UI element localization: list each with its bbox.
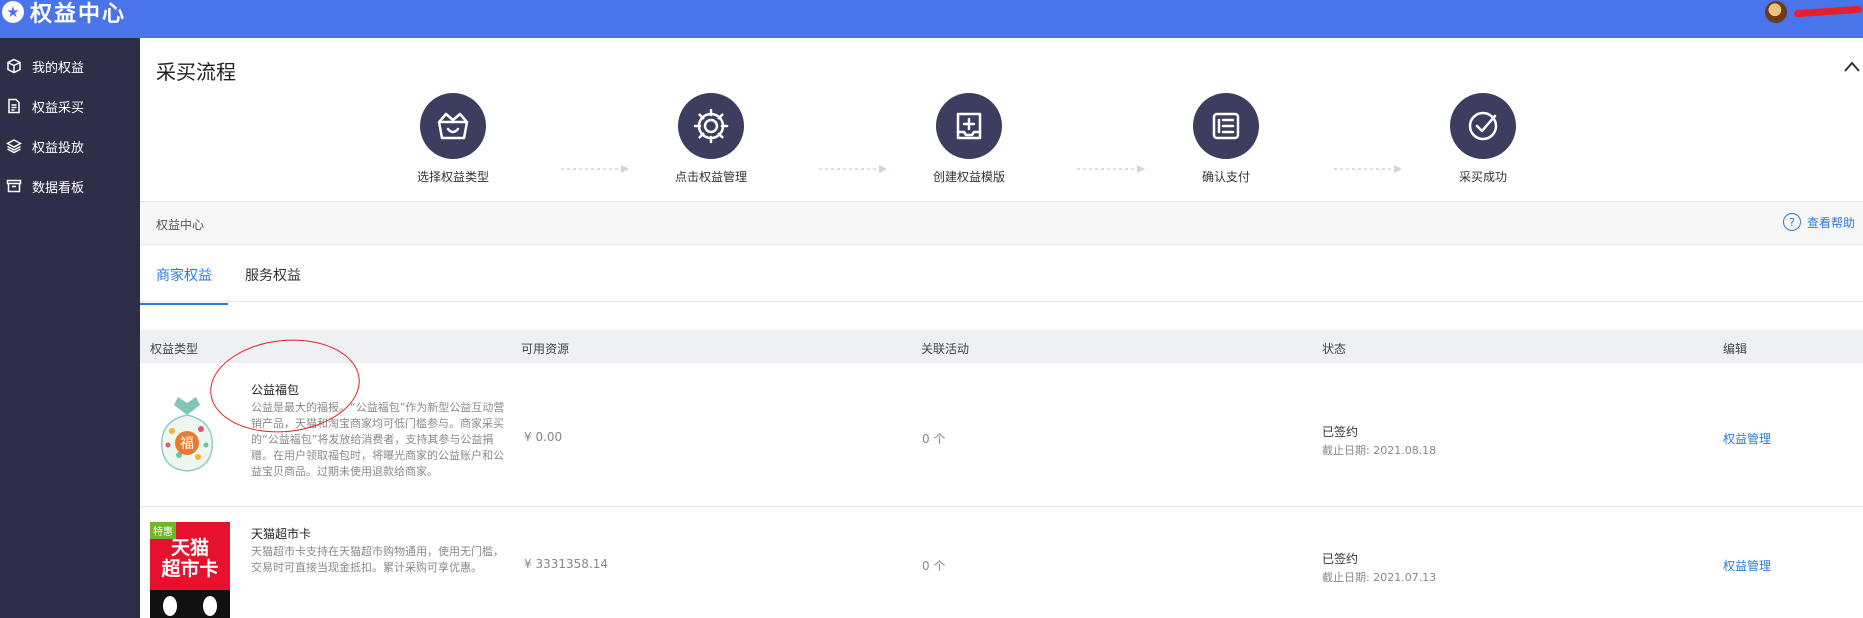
sidebar-item-label: 我的权益 — [32, 60, 85, 76]
check-circle-icon — [1450, 93, 1516, 159]
card-title-line1: 天猫 — [170, 537, 209, 559]
layers-icon — [6, 138, 22, 154]
document-icon — [6, 98, 22, 114]
help-label: 查看帮助 — [1806, 215, 1855, 230]
step-arrow — [1077, 158, 1147, 173]
charity-bag-glyph: 福 — [180, 436, 194, 452]
deadline-text: 截止日期: 2021.08.18 — [1322, 444, 1437, 457]
rights-description: 天猫超市卡支持在天猫超市购物通用，使用无门槛，交易时可直接当现金抵扣。累计采购可… — [251, 545, 504, 574]
charity-bag-thumbnail: 福 — [154, 393, 220, 473]
help-link[interactable]: ? 查看帮助 — [1782, 213, 1855, 231]
tab-bar: 商家权益 服务权益 — [140, 245, 1863, 305]
process-step-create-template: 创建权益模版 — [889, 93, 1049, 185]
column-header: 可用资源 — [521, 342, 570, 356]
redaction-mark — [1793, 5, 1863, 18]
rights-name: 天猫超市卡 — [251, 527, 312, 541]
brand[interactable]: ★ 权益中心 — [2, 0, 126, 27]
process-step-click-manage: 点击权益管理 — [631, 93, 791, 185]
tab-merchant-rights[interactable]: 商家权益 — [140, 265, 228, 305]
status-cell: 已签约 截止日期: 2021.08.18 — [1322, 423, 1436, 458]
column-header: 状态 — [1322, 342, 1347, 356]
step-arrow — [1334, 158, 1404, 173]
process-step-success: 采买成功 — [1403, 93, 1563, 185]
status-cell: 已签约 截止日期: 2021.07.13 — [1322, 550, 1436, 585]
collapse-chevron-up-icon[interactable] — [1843, 58, 1861, 76]
step-label: 采买成功 — [1458, 170, 1507, 184]
column-header: 编辑 — [1723, 342, 1748, 356]
sidebar-item-label: 权益采买 — [32, 100, 85, 116]
star-logo-icon: ★ — [2, 1, 24, 23]
sidebar-item-rights-purchase[interactable]: 权益采买 — [0, 86, 140, 126]
user-avatar[interactable] — [1765, 1, 1787, 23]
main-content: 采买流程 选择权益类型 点击权益管理 创建权益模版 确认支付 采买成功 权益中心… — [140, 38, 1863, 618]
breadcrumb[interactable]: 权益中心 — [156, 216, 204, 233]
process-title: 采买流程 — [156, 60, 236, 84]
step-arrow — [819, 158, 889, 173]
step-label: 点击权益管理 — [674, 170, 747, 184]
basket-icon — [420, 93, 486, 159]
process-step-confirm-payment: 确认支付 — [1146, 93, 1306, 185]
available-resource: ¥ 3331358.14 — [524, 557, 608, 571]
process-step-select-type: 选择权益类型 — [373, 93, 533, 185]
linked-activity: 0 个 — [922, 559, 946, 573]
gear-icon — [678, 93, 744, 159]
step-label: 创建权益模版 — [932, 170, 1005, 184]
rights-manage-link[interactable]: 权益管理 — [1723, 430, 1771, 447]
status-text: 已签约 — [1322, 425, 1359, 439]
tmall-card-thumbnail: 特惠 天猫 超市卡 — [150, 522, 230, 618]
column-header: 关联活动 — [921, 342, 970, 356]
tmall-cat-face-icon — [150, 590, 230, 618]
sidebar-item-rights-delivery[interactable]: 权益投放 — [0, 126, 140, 166]
top-bar: ★ 权益中心 — [0, 0, 1863, 38]
deadline-text: 截止日期: 2021.07.13 — [1322, 571, 1437, 584]
step-arrow — [561, 158, 631, 173]
status-text: 已签约 — [1322, 552, 1359, 566]
table-header: 权益类型 可用资源 关联活动 状态 编辑 — [140, 330, 1863, 363]
available-resource: ¥ 0.00 — [524, 430, 563, 444]
add-template-icon — [936, 93, 1002, 159]
linked-activity: 0 个 — [922, 432, 946, 446]
cube-icon — [6, 58, 22, 74]
breadcrumb-bar: 权益中心 ? 查看帮助 — [140, 201, 1863, 245]
sidebar: 我的权益 权益采买 权益投放 数据看板 — [0, 38, 140, 618]
table-row: 特惠 天猫 超市卡 天猫超市卡 天猫超市卡支持在天猫超市购物通用，使用无门槛，交… — [140, 507, 1863, 618]
tab-service-rights[interactable]: 服务权益 — [245, 265, 301, 285]
column-header: 权益类型 — [150, 342, 199, 356]
sidebar-item-label: 权益投放 — [32, 140, 85, 156]
sidebar-item-dashboard[interactable]: 数据看板 — [0, 166, 140, 206]
app-title: 权益中心 — [30, 2, 127, 27]
sidebar-item-label: 数据看板 — [32, 180, 85, 196]
help-icon: ? — [1782, 213, 1801, 231]
list-icon — [1193, 93, 1259, 159]
step-label: 选择权益类型 — [416, 170, 489, 184]
rights-manage-link[interactable]: 权益管理 — [1723, 557, 1771, 574]
sidebar-item-my-rights[interactable]: 我的权益 — [0, 46, 140, 86]
card-title-line2: 超市卡 — [161, 558, 219, 580]
archive-icon — [6, 178, 22, 194]
step-label: 确认支付 — [1201, 170, 1250, 184]
table-row: 福 公益福包 公益是最大的福报。“公益福包”作为新型公益互动营销产品，天猫和淘宝… — [140, 363, 1863, 507]
